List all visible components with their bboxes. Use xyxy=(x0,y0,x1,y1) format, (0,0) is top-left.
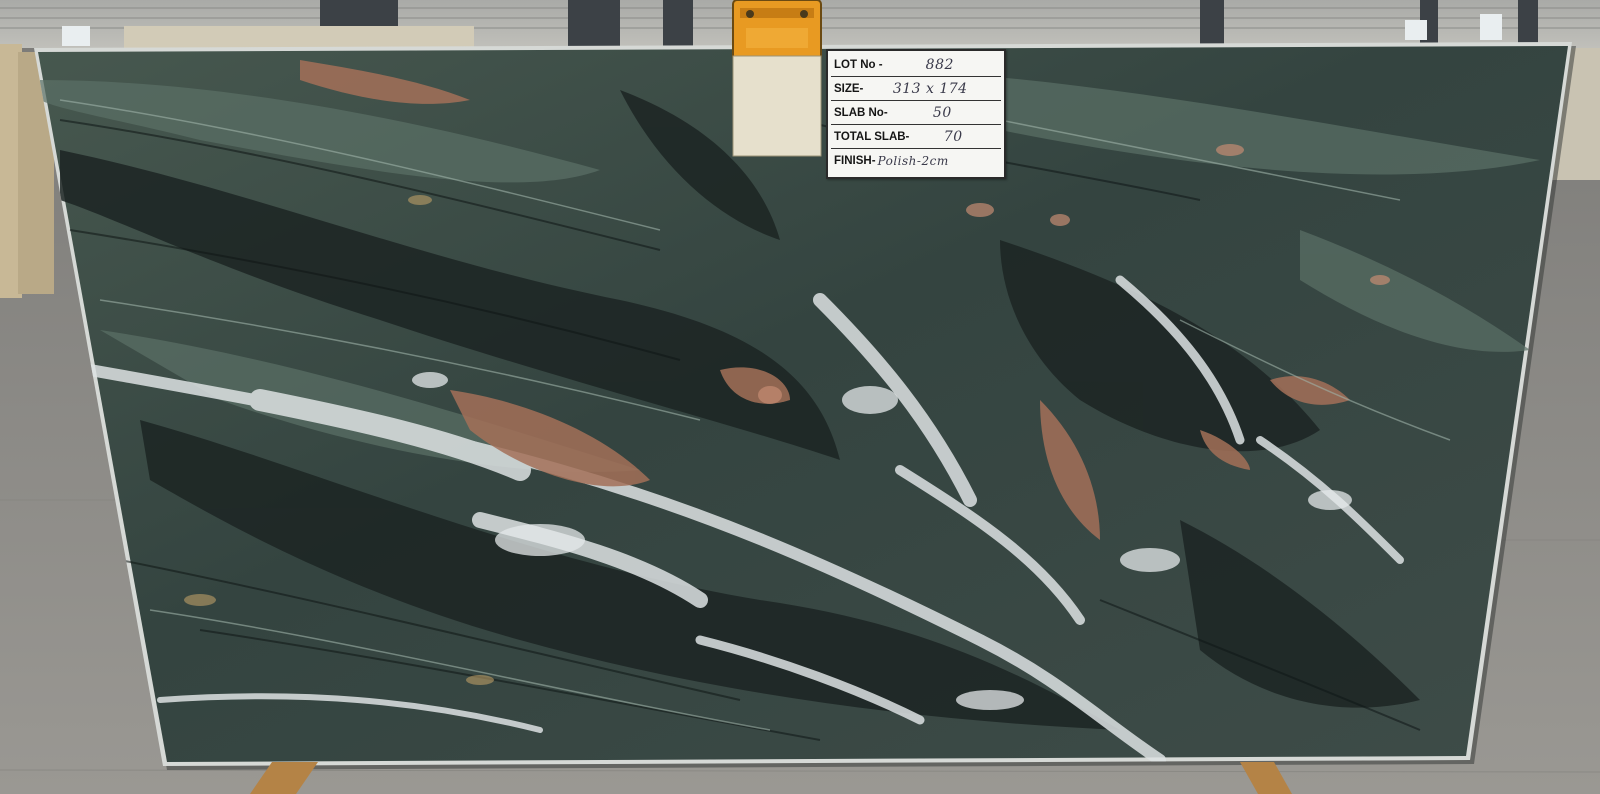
lot-label: LOT No - 882 SIZE- 313 x 174 SLAB No- 50… xyxy=(826,49,1006,179)
lot-key: SIZE- xyxy=(834,82,864,95)
lot-row-finish: FINISH- Polish-2cm xyxy=(831,149,1001,173)
lot-value: 313 x 174 xyxy=(892,80,968,97)
lifting-clamp xyxy=(732,0,822,157)
lot-row-size: SIZE- 313 x 174 xyxy=(831,77,1001,101)
lot-row-total-slab: TOTAL SLAB- 70 xyxy=(831,125,1001,149)
lot-value: 882 xyxy=(925,56,954,73)
lot-key: FINISH- xyxy=(834,155,876,167)
lot-row-lot-no: LOT No - 882 xyxy=(831,53,1001,77)
lot-value: 50 xyxy=(932,104,952,121)
lot-key: TOTAL SLAB- xyxy=(834,130,910,143)
lot-value: 70 xyxy=(943,128,963,145)
lot-row-slab-no: SLAB No- 50 xyxy=(831,101,1001,125)
lot-key: SLAB No- xyxy=(834,106,888,119)
slab-photo: LOT No - 882 SIZE- 313 x 174 SLAB No- 50… xyxy=(0,0,1600,794)
slab-photo-illustration xyxy=(0,0,1600,794)
lot-key: LOT No - xyxy=(834,58,883,71)
lot-value: Polish-2cm xyxy=(877,154,949,168)
